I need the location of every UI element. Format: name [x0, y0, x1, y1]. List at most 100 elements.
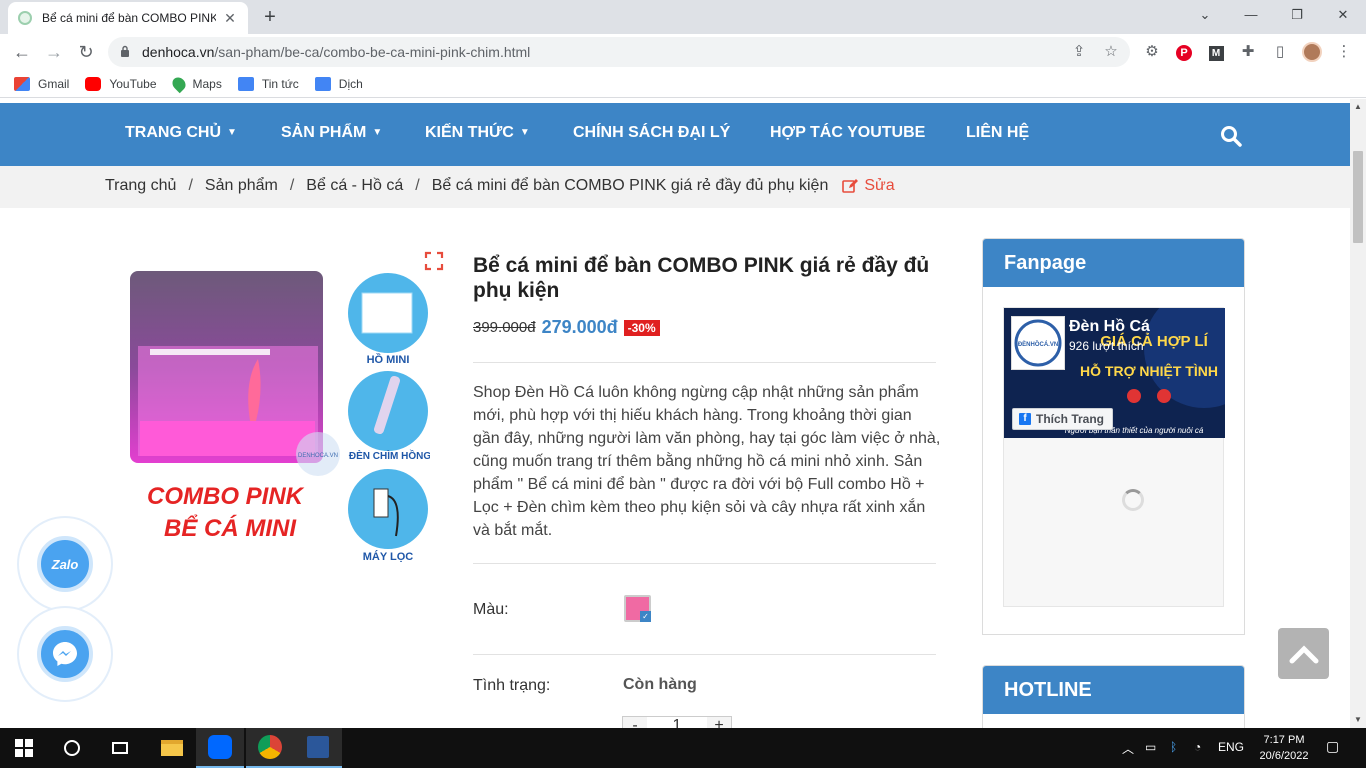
scrollbar-thumb[interactable]	[1353, 151, 1363, 243]
loading-spinner-icon	[1122, 489, 1144, 511]
scroll-down-arrow-icon[interactable]: ▼	[1350, 712, 1366, 728]
logo-text: ĐÈNHỒCÁ.VN	[1018, 340, 1058, 348]
facebook-like-page-button[interactable]: f Thích Trang	[1012, 408, 1114, 430]
gmail-icon	[14, 76, 30, 91]
zalo-chat-button[interactable]: Zalo	[17, 516, 113, 612]
old-price: 399.000đ	[473, 319, 536, 336]
side-panel-icon[interactable]: ▯	[1270, 42, 1290, 62]
restore-button[interactable]: ❐	[1274, 0, 1320, 30]
tab-search-icon[interactable]: ⌄	[1182, 0, 1228, 30]
task-view-button[interactable]	[96, 728, 144, 768]
tray-overflow-icon[interactable]: ︿	[1122, 740, 1134, 757]
file-explorer-taskbar[interactable]	[148, 728, 196, 768]
task-view-icon	[112, 742, 128, 754]
breadcrumb-home[interactable]: Trang chủ	[105, 177, 176, 195]
messenger-chat-button[interactable]	[17, 606, 113, 702]
pinterest-extension-icon[interactable]: P	[1174, 42, 1194, 62]
chevron-up-icon	[1289, 644, 1318, 663]
facebook-cover: GIÁ CẢ HỢP LÍ HỖ TRỢ NHIỆT TÌNH Người bạ…	[1004, 308, 1225, 438]
nav-home[interactable]: TRANG CHỦ ▼	[125, 124, 237, 142]
tab-title: Bể cá mini để bàn COMBO PINK giá	[42, 11, 216, 25]
bookmark-gmail[interactable]: Gmail	[14, 76, 69, 91]
chrome-taskbar[interactable]	[246, 728, 294, 768]
close-tab-icon[interactable]: ✕	[222, 10, 238, 26]
lock-icon	[121, 45, 129, 57]
chrome-menu-icon[interactable]: ⋮	[1334, 42, 1354, 62]
edit-link[interactable]: Sửa	[842, 177, 895, 195]
taskbar-clock[interactable]: 7:17 PM 20/6/2022	[1256, 732, 1312, 764]
color-swatch-pink[interactable]: ✓	[624, 595, 651, 622]
extensions-puzzle-icon[interactable]: ✚	[1238, 42, 1258, 62]
product-image[interactable]: HỒ MINI ĐÈN CHÌM HỒNG MÁY LỌC DENHOCA.VN…	[130, 271, 430, 571]
bookmark-youtube[interactable]: YouTube	[85, 76, 157, 91]
zalo-app-icon	[208, 735, 232, 759]
windows-taskbar: ︿ ▭ ᛒ ◔ ENG 7:17 PM 20/6/2022 ▢	[0, 728, 1366, 768]
notification-icon[interactable]: ▢	[1326, 738, 1339, 755]
forward-button[interactable]: →	[40, 38, 68, 66]
browser-tab[interactable]: Bể cá mini để bàn COMBO PINK giá ✕	[8, 2, 248, 34]
breadcrumb-category[interactable]: Bể cá - Hồ cá	[306, 177, 403, 195]
page-viewport: TRANG CHỦ ▼ SẢN PHẨM ▼ KIẾN THỨC ▼ CHÍNH SÁ…	[0, 99, 1350, 728]
nav-youtube-partner[interactable]: HỢP TÁC YOUTUBE	[770, 124, 925, 142]
site-nav: TRANG CHỦ ▼ SẢN PHẨM ▼ KIẾN THỨC ▼ CHÍNH SÁ…	[0, 103, 1350, 166]
clock-time: 7:17 PM	[1263, 734, 1305, 746]
facebook-page-logo[interactable]: ĐÈNHỒCÁ.VN	[1011, 316, 1065, 370]
bluetooth-icon[interactable]: ᛒ	[1170, 740, 1177, 754]
hotline-widget: HOTLINE	[982, 665, 1245, 728]
divider	[473, 654, 936, 655]
fanpage-widget: Fanpage GIÁ CẢ HỢP LÍ HỖ TRỢ NHIỆT TÌNH …	[982, 238, 1245, 635]
like-button-label: Thích Trang	[1036, 412, 1105, 426]
nav-products[interactable]: SẢN PHẨM ▼	[281, 124, 382, 142]
bookmark-maps[interactable]: Maps	[169, 74, 222, 93]
back-button[interactable]: ←	[8, 38, 36, 66]
bookmark-label: YouTube	[109, 76, 157, 91]
breadcrumb-separator: /	[415, 177, 420, 194]
youtube-icon	[85, 76, 102, 91]
bookmark-label: Tin tức	[261, 76, 299, 91]
battery-icon[interactable]: ▭	[1145, 740, 1156, 754]
bookmark-label: Maps	[192, 76, 222, 91]
extension-gear-icon[interactable]: ⚙	[1142, 42, 1162, 62]
facebook-page-name[interactable]: Đèn Hồ Cá	[1069, 318, 1150, 336]
zalo-taskbar[interactable]	[196, 728, 244, 768]
reload-button[interactable]: ↻	[72, 38, 100, 66]
chrome-icon	[258, 735, 282, 759]
image-headline-2: BỂ CÁ MINI	[164, 514, 297, 542]
language-indicator[interactable]: ENG	[1218, 740, 1244, 754]
profile-avatar[interactable]	[1302, 42, 1322, 62]
breadcrumb-separator: /	[188, 177, 193, 194]
nav-contact[interactable]: LIÊN HỆ	[966, 124, 1029, 142]
url-host: denhoca.vn	[142, 44, 215, 60]
search-icon[interactable]	[1220, 125, 1242, 147]
breadcrumb-products[interactable]: Sản phẩm	[205, 177, 278, 195]
quantity-input[interactable]: 1	[647, 717, 707, 728]
word-taskbar[interactable]	[294, 728, 342, 768]
wifi-icon[interactable]: ◔	[1194, 740, 1201, 754]
site-favicon-icon	[18, 11, 32, 25]
maps-pin-icon	[169, 74, 188, 93]
watermark-text: DENHOCA.VN	[298, 453, 338, 459]
bookmark-star-icon[interactable]: ☆	[1102, 43, 1120, 61]
nav-dealer-policy[interactable]: CHÍNH SÁCH ĐẠI LÝ	[573, 124, 730, 142]
new-tab-button[interactable]: +	[258, 5, 282, 29]
quantity-decrease-button[interactable]: -	[623, 717, 647, 728]
nav-knowledge[interactable]: KIẾN THỨC ▼	[425, 124, 530, 142]
scroll-up-arrow-icon[interactable]: ▲	[1350, 99, 1366, 115]
search-taskbar-button[interactable]	[48, 728, 96, 768]
start-button[interactable]	[0, 728, 48, 768]
quantity-stepper[interactable]: - 1 +	[622, 716, 732, 728]
minimize-button[interactable]: —	[1228, 0, 1274, 30]
page-scrollbar[interactable]: ▲ ▼	[1350, 99, 1366, 728]
chevron-down-icon: ▼	[519, 127, 530, 138]
share-icon[interactable]: ⇪	[1070, 43, 1088, 61]
close-window-button[interactable]: ✕	[1320, 0, 1366, 30]
bookmark-translate[interactable]: Dịch	[314, 76, 363, 91]
cortana-circle-icon	[64, 740, 80, 756]
back-to-top-button[interactable]	[1278, 628, 1329, 679]
bookmark-news[interactable]: Tin tức	[237, 76, 299, 91]
expand-image-icon[interactable]	[424, 251, 444, 271]
quantity-increase-button[interactable]: +	[707, 717, 731, 728]
address-bar[interactable]: denhoca.vn/san-pham/be-ca/combo-be-ca-mi…	[108, 37, 1130, 67]
mendeley-extension-icon[interactable]: M	[1206, 42, 1226, 62]
facebook-page-plugin[interactable]: GIÁ CẢ HỢP LÍ HỖ TRỢ NHIỆT TÌNH Người bạ…	[1003, 307, 1225, 607]
